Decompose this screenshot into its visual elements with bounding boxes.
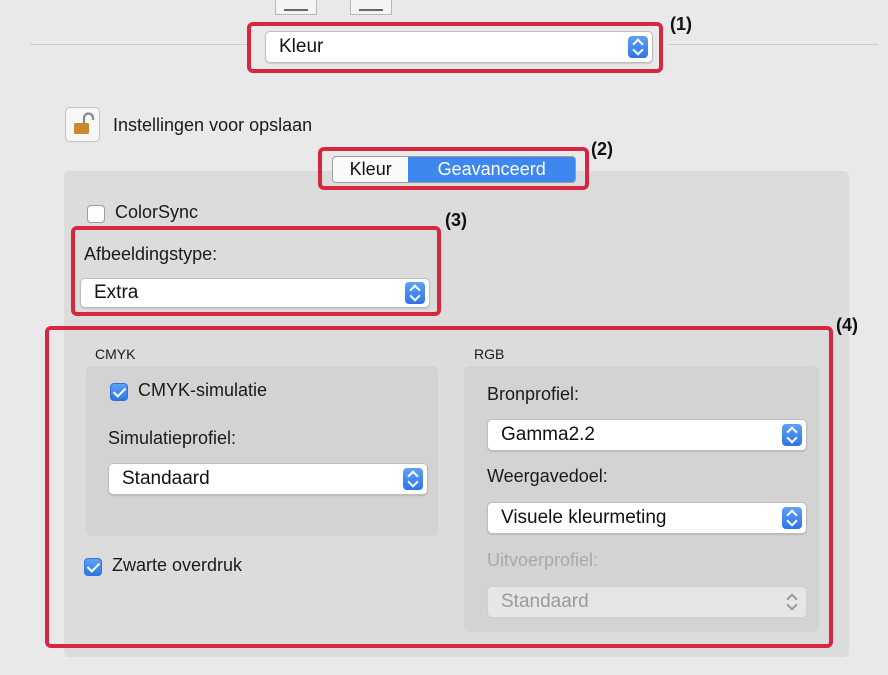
callout-2-label: (2) <box>591 139 613 159</box>
colorsync-checkbox[interactable] <box>87 205 105 223</box>
cmyk-simulation-label: CMYK-simulatie <box>138 380 268 400</box>
callout-1-box <box>247 22 663 73</box>
lock-button[interactable] <box>65 107 100 142</box>
black-overprint-label: Zwarte overdruk <box>112 555 243 575</box>
callout-1-label: (1) <box>670 14 692 34</box>
unlock-icon <box>74 112 95 134</box>
source-profile-select[interactable]: Gamma2.2 <box>487 419 807 451</box>
rendering-intent-value: Visuele kleurmeting <box>501 507 667 528</box>
toolbar-tab-right[interactable] <box>350 0 392 15</box>
simulation-profile-label: Simulatieprofiel: <box>108 428 237 448</box>
callout-3-box <box>71 226 441 316</box>
rendering-intent-label: Weergavedoel: <box>487 466 608 486</box>
output-profile-label: Uitvoerprofiel: <box>487 550 599 570</box>
callout-4-label: (4) <box>836 315 858 335</box>
chevron-updown-icon <box>782 507 802 529</box>
separator-right <box>668 44 878 45</box>
callout-3-label: (3) <box>445 210 467 230</box>
chevron-updown-icon <box>782 591 802 613</box>
source-profile-label: Bronprofiel: <box>487 384 580 404</box>
callout-2-box <box>318 147 589 190</box>
cmyk-section-title: CMYK <box>95 346 136 362</box>
chevron-updown-icon <box>403 468 423 490</box>
rendering-intent-select[interactable]: Visuele kleurmeting <box>487 502 807 534</box>
black-overprint-checkbox[interactable] <box>84 558 102 576</box>
source-profile-value: Gamma2.2 <box>501 424 595 445</box>
cmyk-simulation-checkbox[interactable] <box>110 383 128 401</box>
save-settings-label: Instellingen voor opslaan <box>113 115 313 135</box>
separator-left <box>30 44 250 45</box>
rgb-section-title: RGB <box>474 346 505 362</box>
simulation-profile-select[interactable]: Standaard <box>108 463 428 495</box>
output-profile-value: Standaard <box>501 591 589 612</box>
toolbar-tab-left[interactable] <box>275 0 317 15</box>
print-dialog-color-settings: { "main_menu": { "value": "Kleur" }, "sa… <box>0 0 888 675</box>
output-profile-select: Standaard <box>487 586 807 618</box>
simulation-profile-value: Standaard <box>122 468 210 489</box>
colorsync-label: ColorSync <box>115 202 199 222</box>
chevron-updown-icon <box>782 424 802 446</box>
